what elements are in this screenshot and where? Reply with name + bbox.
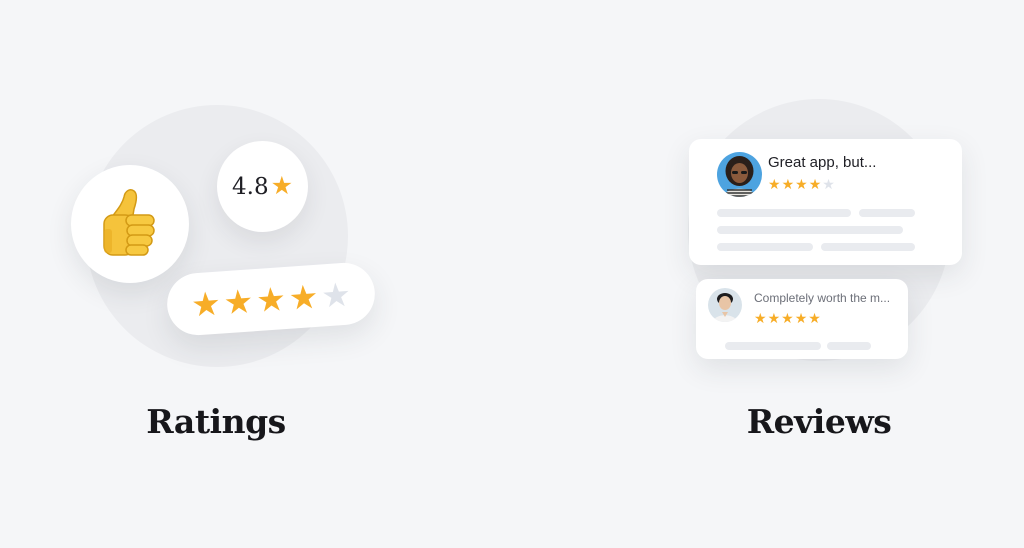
star-icon: ★ (754, 310, 767, 326)
review-title: Great app, but... (768, 154, 877, 171)
thumbs-up-icon (103, 189, 155, 256)
star-icon: ★ (781, 176, 795, 192)
thumbs-up-card (71, 165, 189, 283)
star-icon: ★ (794, 310, 808, 326)
text-placeholder-line (717, 209, 851, 217)
review-rating: ★ ★ ★ ★ ★ (754, 311, 821, 325)
star-icon: ★ (768, 176, 781, 192)
star-icon: ★ (222, 281, 255, 321)
star-icon: ★ (189, 284, 223, 324)
review-card: Great app, but... ★ ★ ★ ★ ★ (689, 139, 962, 265)
review-card: Completely worth the m... ★ ★ ★ ★ ★ (696, 279, 908, 359)
star-icon: ★ (270, 172, 293, 200)
score-badge: 4.8 ★ (217, 141, 308, 232)
star-icon: ★ (808, 176, 822, 192)
text-placeholder-line (859, 209, 915, 217)
reviewer-avatar (708, 288, 742, 322)
star-icon: ★ (795, 176, 808, 192)
text-placeholder-line (717, 243, 813, 251)
rating-score: 4.8 (232, 173, 269, 200)
star-icon: ★ (808, 310, 821, 326)
reviewer-avatar (717, 152, 762, 197)
text-placeholder-line (827, 342, 871, 350)
reviews-caption: Reviews (746, 402, 892, 441)
star-icon: ★ (287, 277, 320, 317)
review-rating: ★ ★ ★ ★ ★ (768, 177, 835, 191)
ratings-caption: Ratings (146, 402, 286, 441)
review-title: Completely worth the m... (754, 291, 891, 305)
text-placeholder-line (821, 243, 915, 251)
text-placeholder-line (717, 226, 903, 234)
star-empty-icon: ★ (319, 274, 353, 314)
star-icon: ★ (781, 310, 794, 326)
star-empty-icon: ★ (822, 176, 835, 192)
star-icon: ★ (254, 279, 288, 319)
star-rating-pill: ★ ★ ★ ★ ★ (165, 260, 377, 338)
star-icon: ★ (767, 310, 781, 326)
text-placeholder-line (725, 342, 821, 350)
